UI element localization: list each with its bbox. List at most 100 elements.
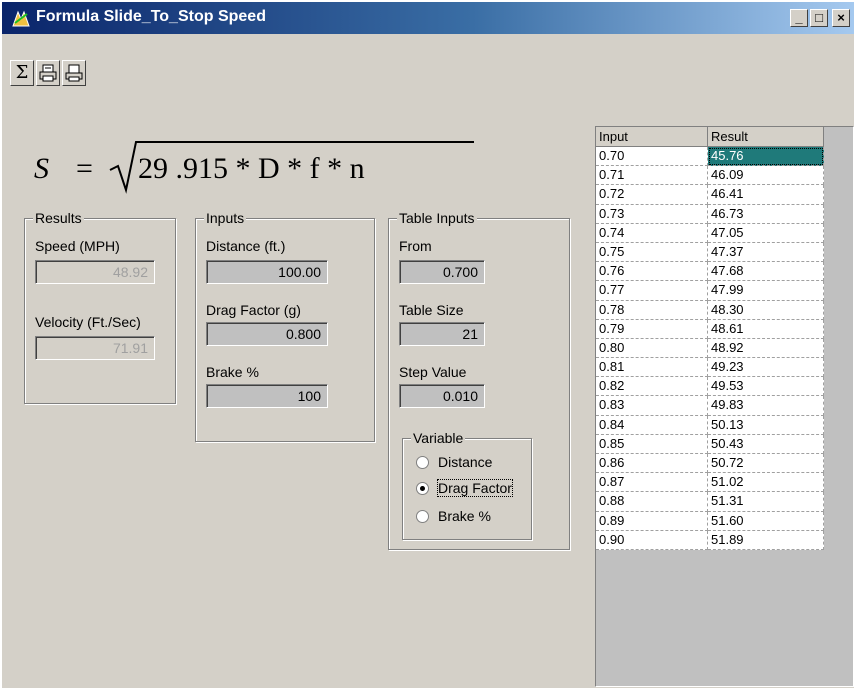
input-cell[interactable]: 0.78 — [596, 300, 708, 320]
velocity-field: 71.91 — [35, 336, 155, 360]
result-cell[interactable]: 51.31 — [708, 492, 824, 512]
close-button[interactable]: × — [832, 9, 850, 27]
result-cell[interactable]: 48.30 — [708, 300, 824, 320]
printer-icon — [65, 64, 83, 82]
grid-body: 0.70 45.76 0.71 46.09 0.72 46.41 0.73 46.73 0.74… — [596, 147, 824, 550]
input-cell[interactable]: 0.71 — [596, 166, 708, 186]
brake-label: Brake % — [206, 364, 259, 380]
maximize-button[interactable]: □ — [810, 9, 828, 27]
inputs-group-title: Inputs — [204, 210, 247, 226]
velocity-label: Velocity (Ft./Sec) — [35, 314, 141, 330]
app-icon — [12, 10, 30, 27]
speed-field: 48.92 — [35, 260, 155, 284]
result-cell[interactable]: 50.43 — [708, 434, 824, 454]
table-row[interactable]: 0.72 46.41 — [596, 185, 824, 205]
input-cell[interactable]: 0.83 — [596, 396, 708, 416]
brake-field[interactable]: 100 — [206, 384, 328, 408]
input-cell[interactable]: 0.74 — [596, 223, 708, 243]
table-row[interactable]: 0.70 45.76 — [596, 147, 824, 167]
result-cell[interactable]: 49.53 — [708, 377, 824, 397]
table-size-field[interactable]: 21 — [399, 322, 485, 346]
radio-distance-label[interactable]: Distance — [438, 454, 492, 470]
table-row[interactable]: 0.77 47.99 — [596, 281, 824, 301]
table-row[interactable]: 0.82 49.53 — [596, 377, 824, 397]
result-cell[interactable]: 49.23 — [708, 358, 824, 378]
input-cell[interactable]: 0.86 — [596, 454, 708, 474]
table-row[interactable]: 0.85 50.43 — [596, 434, 824, 454]
result-cell[interactable]: 49.83 — [708, 396, 824, 416]
table-row[interactable]: 0.74 47.05 — [596, 223, 824, 243]
radio-brake[interactable] — [416, 510, 429, 523]
table-row[interactable]: 0.81 49.23 — [596, 358, 824, 378]
result-cell[interactable]: 47.99 — [708, 281, 824, 301]
result-grid[interactable]: Input Result 0.70 45.76 0.71 46.09 0.72 46.41… — [595, 126, 854, 687]
table-row[interactable]: 0.89 51.60 — [596, 511, 824, 531]
radio-distance[interactable] — [416, 456, 429, 469]
result-cell[interactable]: 46.09 — [708, 166, 824, 186]
input-cell[interactable]: 0.70 — [596, 147, 708, 167]
input-cell[interactable]: 0.75 — [596, 242, 708, 263]
input-cell[interactable]: 0.80 — [596, 338, 708, 359]
input-cell[interactable]: 0.85 — [596, 434, 708, 454]
drag-factor-field[interactable]: 0.800 — [206, 322, 328, 346]
minimize-button[interactable]: _ — [790, 9, 808, 27]
table-row[interactable]: 0.76 47.68 — [596, 262, 824, 282]
print-preview-button[interactable] — [36, 60, 60, 86]
input-cell[interactable]: 0.81 — [596, 358, 708, 378]
table-size-label: Table Size — [399, 302, 464, 318]
grid-header-input[interactable]: Input — [596, 127, 708, 147]
table-row[interactable]: 0.75 47.37 — [596, 242, 824, 263]
input-cell[interactable]: 0.82 — [596, 377, 708, 397]
radio-drag-factor-label[interactable]: Drag Factor — [437, 479, 513, 497]
input-cell[interactable]: 0.73 — [596, 204, 708, 224]
result-cell[interactable]: 47.37 — [708, 242, 824, 263]
input-cell[interactable]: 0.90 — [596, 530, 708, 550]
input-cell[interactable]: 0.79 — [596, 319, 708, 339]
distance-label: Distance (ft.) — [206, 238, 286, 254]
table-row[interactable]: 0.73 46.73 — [596, 204, 824, 224]
table-row[interactable]: 0.90 51.89 — [596, 530, 824, 550]
table-row[interactable]: 0.86 50.72 — [596, 454, 824, 474]
table-row[interactable]: 0.78 48.30 — [596, 300, 824, 320]
radio-drag-factor[interactable] — [416, 482, 429, 495]
from-field[interactable]: 0.700 — [399, 260, 485, 284]
result-cell[interactable]: 48.92 — [708, 338, 824, 359]
input-cell[interactable]: 0.77 — [596, 281, 708, 301]
print-button[interactable] — [62, 60, 86, 86]
grid-header-result[interactable]: Result — [708, 127, 824, 147]
result-cell[interactable]: 50.72 — [708, 454, 824, 474]
input-cell[interactable]: 0.72 — [596, 185, 708, 205]
table-row[interactable]: 0.80 48.92 — [596, 338, 824, 359]
speed-label: Speed (MPH) — [35, 238, 120, 254]
input-cell[interactable]: 0.87 — [596, 473, 708, 493]
input-cell[interactable]: 0.89 — [596, 511, 708, 531]
result-cell[interactable]: 51.89 — [708, 530, 824, 550]
table-row[interactable]: 0.87 51.02 — [596, 473, 824, 493]
table-inputs-group-title: Table Inputs — [397, 210, 477, 226]
result-cell[interactable]: 47.68 — [708, 262, 824, 282]
result-cell[interactable]: 47.05 — [708, 223, 824, 243]
radio-brake-label[interactable]: Brake % — [438, 508, 491, 524]
table-row[interactable]: 0.88 51.31 — [596, 492, 824, 512]
input-cell[interactable]: 0.84 — [596, 415, 708, 435]
result-cell[interactable]: 51.60 — [708, 511, 824, 531]
result-cell[interactable]: 48.61 — [708, 319, 824, 339]
result-cell[interactable]: 51.02 — [708, 473, 824, 493]
result-cell[interactable]: 46.41 — [708, 185, 824, 205]
formula-equals: = — [76, 152, 93, 185]
result-cell[interactable]: 45.76 — [708, 147, 824, 167]
grid-header: Input Result — [596, 127, 824, 147]
step-value-field[interactable]: 0.010 — [399, 384, 485, 408]
table-row[interactable]: 0.79 48.61 — [596, 319, 824, 339]
result-cell[interactable]: 46.73 — [708, 204, 824, 224]
input-cell[interactable]: 0.88 — [596, 492, 708, 512]
input-cell[interactable]: 0.76 — [596, 262, 708, 282]
table-row[interactable]: 0.71 46.09 — [596, 166, 824, 186]
distance-field[interactable]: 100.00 — [206, 260, 328, 284]
title-bar[interactable]: Formula Slide_To_Stop Speed _ □ × — [2, 2, 854, 34]
app-window: Formula Slide_To_Stop Speed _ □ × Σ S = … — [0, 0, 856, 690]
result-cell[interactable]: 50.13 — [708, 415, 824, 435]
table-row[interactable]: 0.83 49.83 — [596, 396, 824, 416]
sigma-button[interactable]: Σ — [10, 60, 34, 86]
table-row[interactable]: 0.84 50.13 — [596, 415, 824, 435]
